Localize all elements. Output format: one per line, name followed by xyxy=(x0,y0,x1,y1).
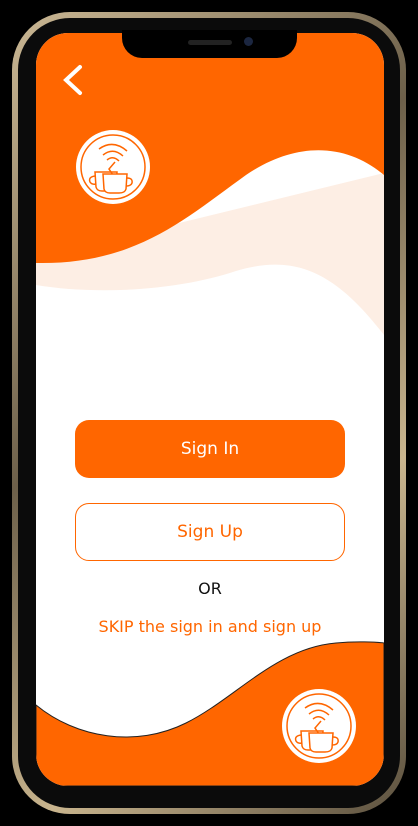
skip-link[interactable]: SKIP the sign in and sign up xyxy=(36,617,384,636)
front-camera xyxy=(244,37,253,46)
chevron-left-icon xyxy=(63,65,82,95)
sign-up-label: Sign Up xyxy=(177,522,243,542)
logo-bottom xyxy=(281,688,357,764)
back-button[interactable] xyxy=(58,63,92,97)
screen: Sign In Sign Up OR SKIP the sign in and … xyxy=(36,33,384,786)
sign-in-label: Sign In xyxy=(180,439,240,459)
wifi-coffee-cup-icon xyxy=(282,689,356,763)
sign-in-button[interactable]: Sign In xyxy=(75,420,345,478)
or-divider-text: OR xyxy=(198,579,222,598)
speaker-grille xyxy=(188,40,232,45)
wifi-coffee-cup-icon xyxy=(76,130,150,204)
logo-top xyxy=(75,129,151,205)
sign-up-button[interactable]: Sign Up xyxy=(75,503,345,561)
